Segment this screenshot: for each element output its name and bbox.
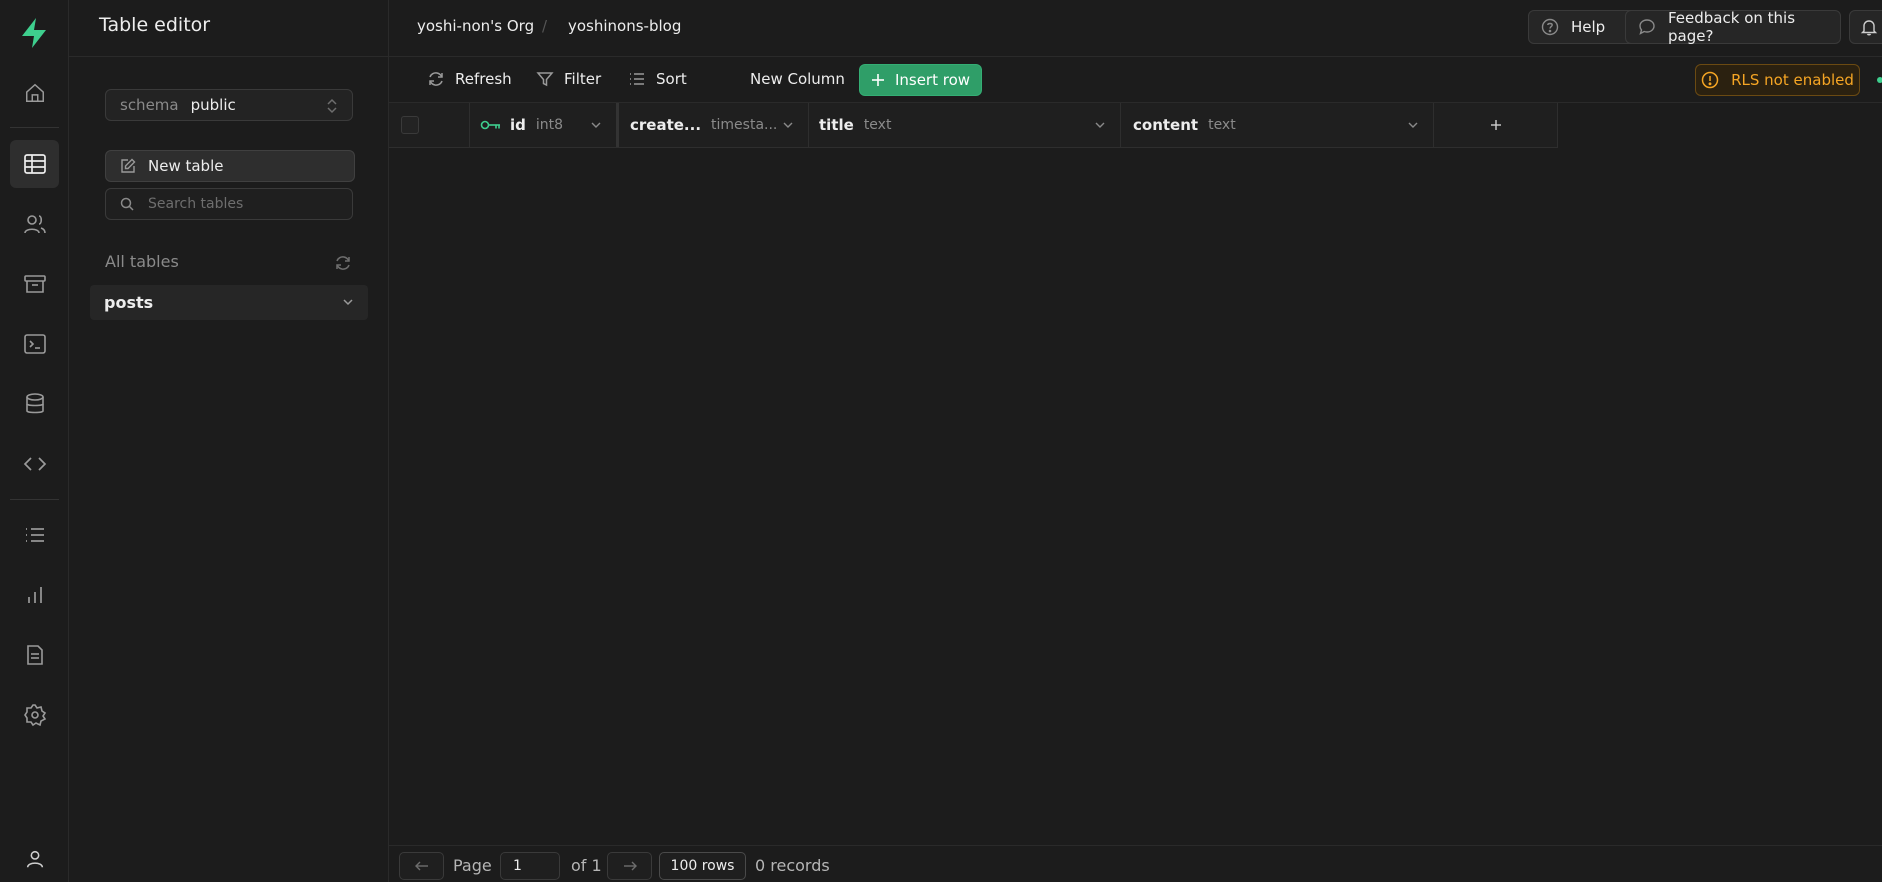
- storage-icon[interactable]: [10, 260, 59, 308]
- top-header: yoshi-non's Org / yoshinons-blog Help Fe…: [389, 0, 1882, 57]
- primary-key-icon: [480, 118, 502, 132]
- notifications-button[interactable]: [1849, 10, 1882, 44]
- chevron-down-icon[interactable]: [782, 119, 794, 131]
- panel-title: Table editor: [99, 14, 211, 36]
- chevron-down-icon[interactable]: [1094, 119, 1106, 131]
- sql-editor-icon[interactable]: [10, 320, 59, 368]
- page-number-input[interactable]: [500, 852, 560, 880]
- help-label: Help: [1571, 18, 1606, 36]
- records-count: 0 records: [755, 856, 830, 875]
- filter-icon: [536, 70, 564, 88]
- column-type: int8: [535, 117, 564, 133]
- settings-icon[interactable]: [10, 691, 59, 739]
- schema-value: public: [190, 96, 236, 114]
- sort-lines-icon: [628, 70, 656, 88]
- home-icon[interactable]: [10, 69, 59, 117]
- edit-icon: [120, 158, 148, 174]
- help-icon: [1541, 18, 1571, 36]
- table-grid-header: id int8 create... timesta... title text …: [389, 103, 1558, 148]
- select-all-checkbox[interactable]: [401, 116, 419, 134]
- table-editor-icon[interactable]: [10, 140, 59, 188]
- select-all-cell: [389, 103, 470, 147]
- table-editor-panel: Table editor schema public New table All…: [69, 0, 389, 882]
- insert-row-button[interactable]: Insert row: [859, 64, 982, 96]
- arrow-left-icon: [414, 860, 430, 872]
- new-table-label: New table: [148, 157, 224, 175]
- plus-icon: [871, 73, 895, 87]
- new-table-button[interactable]: New table: [105, 150, 355, 182]
- feedback-label: Feedback on this page?: [1668, 9, 1796, 45]
- new-column-label: New Column: [750, 70, 845, 88]
- table-item-label: posts: [104, 293, 154, 312]
- rows-per-page-button[interactable]: 100 rows: [659, 852, 746, 880]
- new-column-button[interactable]: New Column: [750, 70, 845, 88]
- feedback-button[interactable]: Feedback on this page?: [1625, 9, 1841, 45]
- logs-icon[interactable]: [10, 511, 59, 559]
- reports-icon[interactable]: [10, 571, 59, 619]
- sort-label: Sort: [656, 70, 687, 88]
- schema-selector[interactable]: schema public: [105, 89, 353, 121]
- chevron-down-icon[interactable]: [590, 119, 602, 131]
- search-tables-input[interactable]: [148, 196, 338, 212]
- rail-divider: [10, 499, 59, 500]
- column-type: text: [1208, 117, 1236, 133]
- refresh-tables-icon[interactable]: [334, 254, 352, 272]
- grid-toolbar: Refresh Filter Sort New Column Insert ro…: [389, 57, 1882, 103]
- table-item-posts[interactable]: posts: [90, 285, 368, 320]
- docs-icon[interactable]: [10, 631, 59, 679]
- breadcrumb-project[interactable]: yoshinons-blog: [568, 17, 681, 35]
- chevron-down-icon[interactable]: [342, 296, 354, 308]
- refresh-button[interactable]: Refresh: [427, 70, 512, 88]
- rls-warning-button[interactable]: RLS not enabled: [1695, 64, 1860, 96]
- next-page-button[interactable]: [607, 852, 652, 880]
- plus-icon: [1489, 118, 1503, 132]
- column-header-content[interactable]: content text: [1121, 103, 1434, 147]
- panel-divider: [69, 56, 389, 57]
- insert-row-label: Insert row: [894, 71, 971, 89]
- search-icon: [120, 197, 134, 211]
- account-icon[interactable]: [10, 835, 59, 882]
- column-name: id: [510, 116, 526, 134]
- column-type: timesta...: [711, 117, 778, 133]
- page-total-label: of 1: [571, 856, 602, 875]
- app-root: Table editor schema public New table All…: [0, 0, 1882, 882]
- status-dot: [1877, 77, 1882, 83]
- api-icon[interactable]: [10, 440, 59, 488]
- column-header-title[interactable]: title text: [809, 103, 1121, 147]
- auth-users-icon[interactable]: [10, 200, 59, 248]
- add-column-button[interactable]: [1434, 103, 1558, 147]
- rls-label: RLS not enabled: [1731, 71, 1854, 89]
- column-header-id[interactable]: id int8: [470, 103, 619, 147]
- breadcrumb-separator: /: [542, 17, 548, 35]
- column-header-created-at[interactable]: create... timesta...: [619, 103, 809, 147]
- column-type: text: [863, 117, 892, 133]
- all-tables-heading: All tables: [105, 252, 179, 271]
- database-icon[interactable]: [10, 380, 59, 428]
- refresh-icon: [427, 70, 455, 88]
- filter-button[interactable]: Filter: [536, 70, 601, 88]
- supabase-logo-icon[interactable]: [17, 16, 51, 50]
- page-label: Page: [453, 856, 492, 875]
- chevron-down-icon[interactable]: [1407, 119, 1419, 131]
- alert-circle-icon: [1701, 71, 1731, 89]
- rail-divider: [10, 127, 59, 128]
- schema-label: schema: [120, 96, 179, 114]
- chat-bubble-icon: [1638, 18, 1668, 36]
- column-name: title: [819, 116, 854, 134]
- bell-icon: [1860, 18, 1882, 36]
- sort-button[interactable]: Sort: [628, 70, 687, 88]
- column-name: create...: [630, 116, 702, 134]
- refresh-label: Refresh: [455, 70, 512, 88]
- nav-rail: [0, 0, 69, 882]
- pagination-footer: Page of 1 100 rows 0 records: [389, 845, 1882, 882]
- arrow-right-icon: [622, 860, 638, 872]
- filter-label: Filter: [564, 70, 602, 88]
- breadcrumb-org[interactable]: yoshi-non's Org: [417, 17, 534, 35]
- column-name: content: [1133, 116, 1199, 134]
- chevron-up-down-icon: [326, 97, 338, 115]
- search-tables-field[interactable]: [105, 188, 353, 220]
- previous-page-button[interactable]: [399, 852, 444, 880]
